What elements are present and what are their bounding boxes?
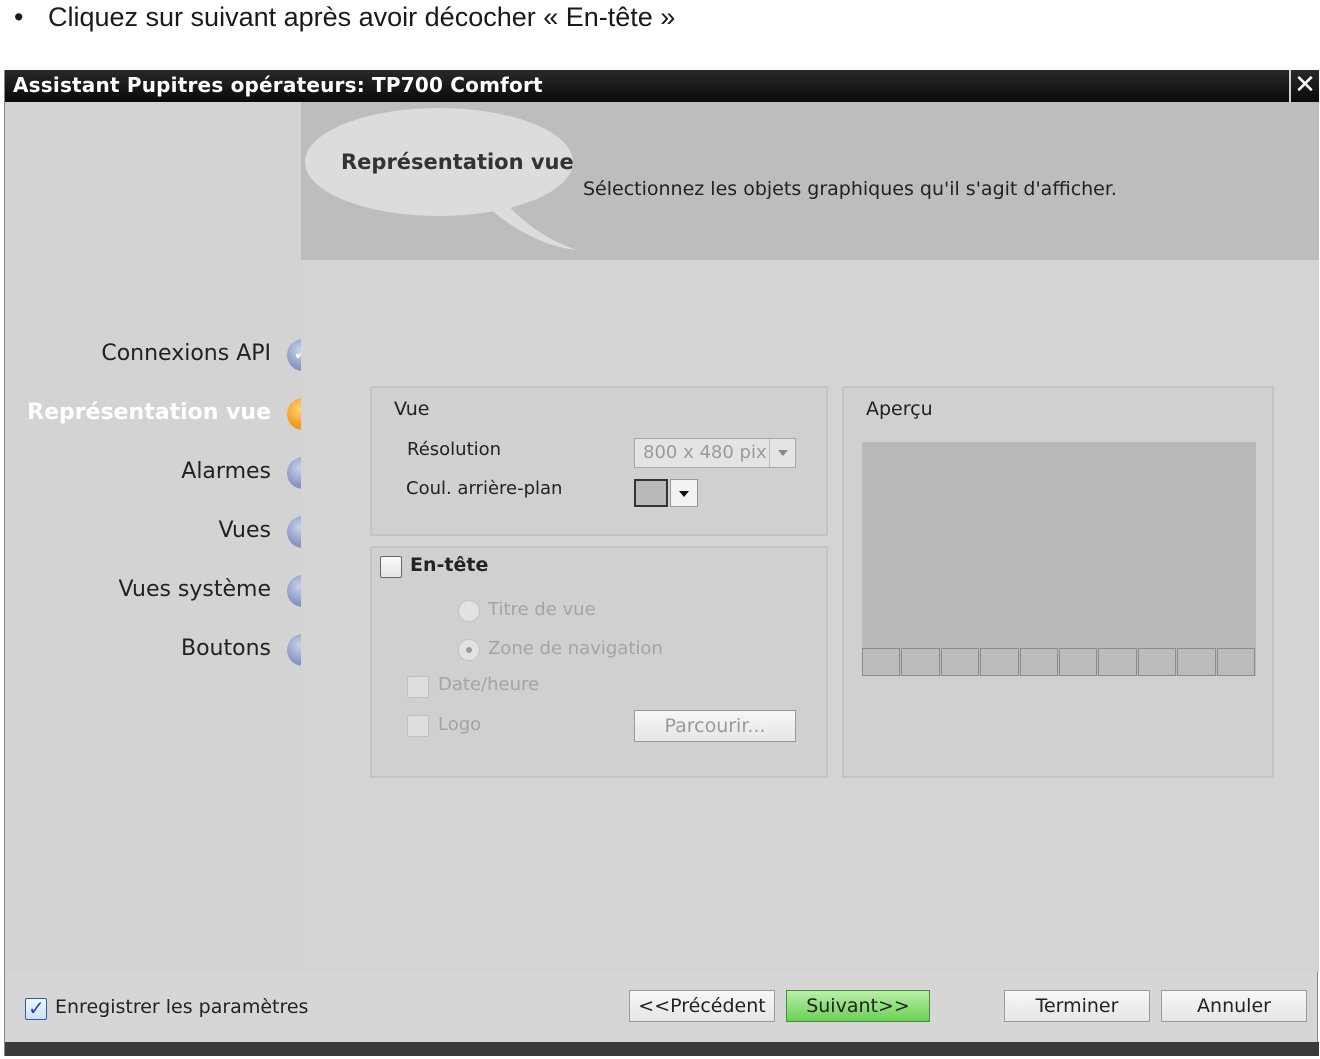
apercu-group-title: Aperçu xyxy=(866,398,933,420)
save-settings-label[interactable]: Enregistrer les paramètres xyxy=(55,996,308,1018)
next-button[interactable]: Suivant>> xyxy=(786,990,930,1022)
vue-group-title: Vue xyxy=(394,398,430,420)
nav-segment xyxy=(862,648,901,676)
step-vues[interactable]: Vues xyxy=(5,512,319,552)
nav-segment xyxy=(980,648,1019,676)
entete-checkbox[interactable] xyxy=(380,556,402,578)
logo-checkbox[interactable] xyxy=(407,715,429,737)
header-description: Sélectionnez les objets graphiques qu'il… xyxy=(583,178,1117,200)
nav-segment xyxy=(1019,648,1059,676)
resolution-label: Résolution xyxy=(407,439,502,460)
zone-navigation-radio[interactable] xyxy=(458,639,480,661)
title-bar: Assistant Pupitres opérateurs: TP700 Com… xyxy=(5,70,1319,102)
navigation-bar-preview xyxy=(862,648,1256,676)
titre-de-vue-label: Titre de vue xyxy=(488,599,596,620)
nav-segment xyxy=(1137,648,1177,676)
entete-label[interactable]: En-tête xyxy=(410,554,488,576)
chevron-down-icon[interactable] xyxy=(769,439,795,467)
apercu-group: Aperçu xyxy=(842,386,1274,778)
bullet: • xyxy=(14,2,24,32)
entete-group: En-tête Titre de vue Zone de navigation … xyxy=(370,546,828,778)
save-settings-checkbox[interactable] xyxy=(25,996,47,1020)
nav-segment xyxy=(1216,648,1256,676)
background-color-label: Coul. arrière-plan xyxy=(406,478,563,499)
nav-segment xyxy=(1098,648,1137,676)
finish-button[interactable]: Terminer xyxy=(1004,990,1150,1022)
close-icon[interactable]: ✕ xyxy=(1289,70,1319,102)
step-label: Alarmes xyxy=(181,459,271,484)
bubble-title: Représentation vue xyxy=(341,150,574,174)
dialog-title: Assistant Pupitres opérateurs: TP700 Com… xyxy=(13,73,543,97)
cancel-button[interactable]: Annuler xyxy=(1161,990,1307,1022)
step-vues-systeme[interactable]: Vues système xyxy=(5,571,319,611)
nav-segment xyxy=(940,648,980,676)
zone-navigation-label: Zone de navigation xyxy=(488,638,663,659)
step-connexions-api[interactable]: Connexions API ✓ xyxy=(5,335,319,375)
step-alarmes[interactable]: Alarmes xyxy=(5,453,319,493)
resolution-select[interactable]: 800 x 480 pixels xyxy=(634,438,796,468)
logo-label: Logo xyxy=(438,714,482,735)
datetime-checkbox[interactable] xyxy=(407,676,429,698)
instruction-label: Cliquez sur suivant après avoir décocher… xyxy=(48,2,676,32)
content-area: Vue Résolution 800 x 480 pixels Coul. ar… xyxy=(301,260,1319,972)
step-label: Boutons xyxy=(181,636,271,661)
nav-segment xyxy=(901,648,940,676)
resolution-value: 800 x 480 pixels xyxy=(643,442,767,463)
previous-button[interactable]: <<Précédent xyxy=(629,990,775,1022)
step-label: Connexions API xyxy=(101,341,271,366)
nav-segment xyxy=(1177,648,1216,676)
step-label: Représentation vue xyxy=(27,400,271,425)
speech-bubble-icon xyxy=(305,108,577,250)
datetime-label: Date/heure xyxy=(438,674,540,695)
vue-group: Vue Résolution 800 x 480 pixels Coul. ar… xyxy=(370,386,828,536)
instruction-text: • Cliquez sur suivant après avoir décoche… xyxy=(14,0,675,34)
steps-pane: Connexions API ✓ Représentation vue Alar… xyxy=(5,102,319,972)
color-swatch[interactable] xyxy=(634,479,668,507)
step-representation-vue[interactable]: Représentation vue xyxy=(5,394,319,434)
step-boutons[interactable]: Boutons xyxy=(5,630,319,670)
speech-bubble: Représentation vue xyxy=(305,106,585,260)
wizard-dialog: Assistant Pupitres opérateurs: TP700 Com… xyxy=(4,70,1319,1056)
titre-de-vue-radio[interactable] xyxy=(458,600,480,622)
nav-segment xyxy=(1059,648,1098,676)
background-color-picker[interactable] xyxy=(634,479,698,507)
footer-border xyxy=(5,1042,1319,1056)
step-label: Vues xyxy=(218,518,272,543)
chevron-down-icon[interactable] xyxy=(670,479,698,507)
wizard-header: Représentation vue Sélectionnez les obje… xyxy=(301,102,1319,260)
browse-button[interactable]: Parcourir... xyxy=(634,710,796,742)
screen-preview xyxy=(862,442,1256,676)
step-label: Vues système xyxy=(118,577,271,602)
